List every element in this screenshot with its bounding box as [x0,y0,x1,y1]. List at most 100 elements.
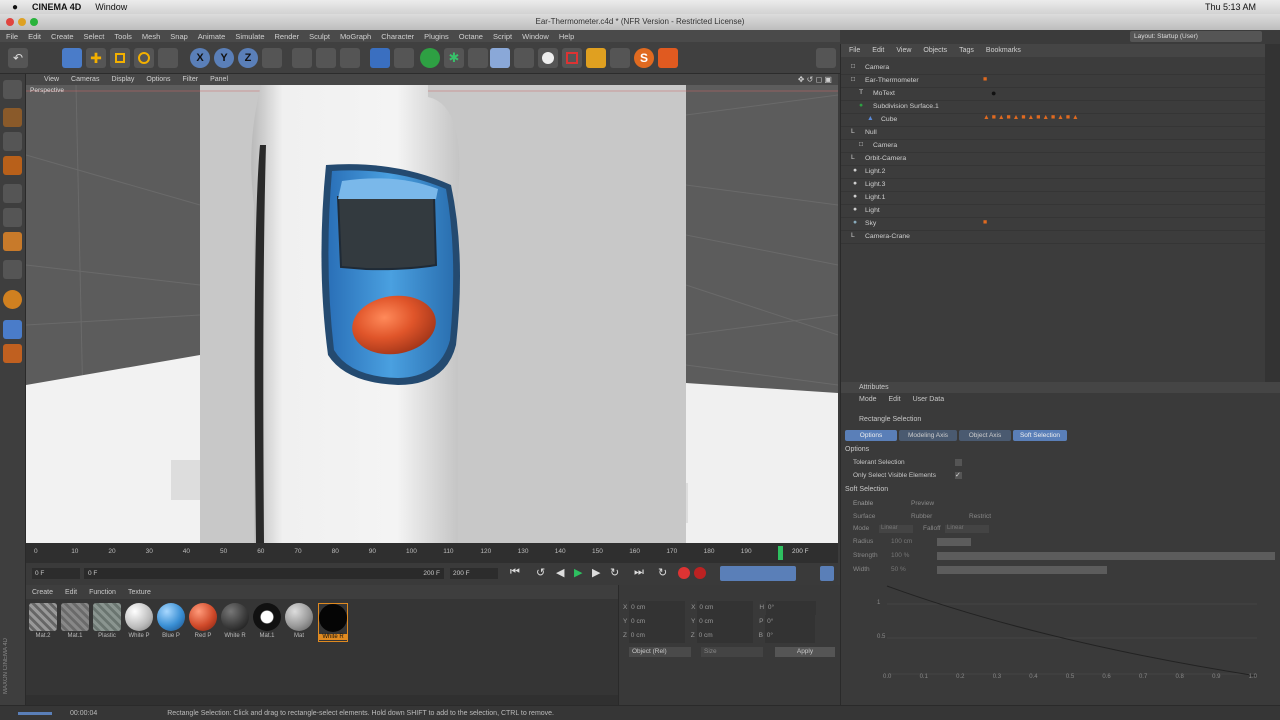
viewport-menu-options[interactable]: Options [146,76,170,83]
live-selection-icon[interactable] [62,48,82,68]
camera-icon[interactable] [514,48,534,68]
viewport-menu-view[interactable]: View [44,76,59,83]
next-key-icon[interactable]: ↻ [610,566,619,579]
material-menu-create[interactable]: Create [32,589,53,596]
soft-radius-slider[interactable] [937,538,971,546]
make-editable-icon[interactable] [3,80,22,99]
s-plugin-icon[interactable]: S [634,48,654,68]
material-scrollbar[interactable] [26,695,618,705]
render-picture-viewer-icon[interactable] [316,48,336,68]
falloff-graph[interactable] [871,582,1257,682]
menu-select[interactable]: Select [84,32,105,41]
material-swatch[interactable]: Mat [284,603,314,639]
material-swatch[interactable]: White P [124,603,154,639]
clock[interactable]: Thu 5:13 AM [1205,2,1256,12]
autokey-icon[interactable] [694,567,706,579]
menu-snap[interactable]: Snap [170,32,188,41]
previous-key-icon[interactable]: ↺ [536,566,545,579]
obj-menu-edit[interactable]: Edit [872,47,884,54]
layout-toggle-icon[interactable] [816,48,836,68]
recent-tool-icon[interactable] [158,48,178,68]
menu-character[interactable]: Character [381,32,414,41]
workplane-icon[interactable] [3,320,22,339]
obj-menu-file[interactable]: File [849,47,860,54]
solo-icon[interactable] [3,344,22,363]
material-tag-icon[interactable]: ● [991,88,996,98]
keyframe-filters[interactable] [720,566,796,581]
menu-octane[interactable]: Octane [459,32,483,41]
record-icon[interactable] [678,567,690,579]
soft-width-value[interactable]: 50 % [891,566,906,573]
soft-strength-slider[interactable] [937,552,1275,560]
edges-mode-icon[interactable] [3,208,22,227]
tag-icons[interactable]: ▲■▲■▲■▲■▲■▲■▲ [983,114,1081,121]
object-row[interactable]: ● Light.3 [841,179,1266,192]
window-menu[interactable]: Window [95,2,127,12]
object-row[interactable]: L Null [841,127,1266,140]
tag-icon[interactable]: ■ [983,76,987,83]
rotate-icon[interactable] [134,48,154,68]
size-y-field[interactable]: 0 cm [697,615,754,629]
menu-help[interactable]: Help [559,32,574,41]
material-swatch[interactable]: Blue P [156,603,186,639]
object-row[interactable]: ▲ Cube ▲■▲■▲■▲■▲■▲■▲ [841,114,1266,127]
soft-falloff-dropdown[interactable]: Linear [945,525,989,533]
texture-mode-icon[interactable] [3,132,22,151]
polygons-mode-icon[interactable] [3,232,22,251]
tab-modeling-axis[interactable]: Modeling Axis [899,430,957,441]
attr-menu-mode[interactable]: Mode [859,396,877,403]
position-x-field[interactable]: 0 cm [629,601,686,615]
floor-icon[interactable] [490,48,510,68]
menu-window[interactable]: Window [522,32,549,41]
end-frame-field[interactable]: 200 F [450,568,498,579]
octane-render-icon[interactable] [562,48,582,68]
y-axis-lock-icon[interactable]: Y [214,48,234,68]
play-icon[interactable]: ▶ [574,566,582,579]
material-menu-edit[interactable]: Edit [65,589,77,596]
current-frame-field[interactable]: 0 F [32,568,80,579]
timeline-ruler[interactable]: 0 10 20 30 40 50 60 70 80 90 100 110 120 130 140 150 160… [26,543,838,563]
viewport-menu-panel[interactable]: Panel [210,76,228,83]
material-menu-function[interactable]: Function [89,589,116,596]
material-swatch[interactable]: Plastic [92,603,122,639]
app-menu[interactable]: CINEMA 4D [32,2,81,12]
material-swatch[interactable]: Red P [188,603,218,639]
rotation-p-field[interactable]: 0° [765,615,816,629]
go-to-end-icon[interactable]: ⏭ [634,566,644,579]
object-row[interactable]: □ Camera [841,140,1266,153]
cube-object-icon[interactable] [370,48,390,68]
next-frame-icon[interactable]: ▶ [592,566,600,579]
render-view-icon[interactable] [292,48,312,68]
position-z-field[interactable]: 0 cm [628,629,685,643]
object-row[interactable]: □ Camera [841,62,1266,75]
octane-live-viewer-icon[interactable] [586,48,606,68]
object-row[interactable]: T MoText ● [841,88,1266,101]
tab-soft-selection[interactable]: Soft Selection [1013,430,1067,441]
only-visible-checkbox[interactable]: ✓ [955,472,962,479]
menu-animate[interactable]: Animate [198,32,226,41]
material-swatch[interactable]: Mat.1 [60,603,90,639]
model-mode-icon[interactable] [3,108,22,127]
material-swatch[interactable]: White R [220,603,250,639]
size-z-field[interactable]: 0 cm [696,629,753,643]
object-row[interactable]: L Orbit-Camera [841,153,1266,166]
tab-object-axis[interactable]: Object Axis [959,430,1011,441]
material-swatch[interactable]: Mat.1 [252,603,282,639]
viewport-menu-cameras[interactable]: Cameras [71,76,99,83]
viewport-menu-display[interactable]: Display [111,76,134,83]
close-window-button[interactable] [6,18,14,26]
snap-icon[interactable] [3,290,22,309]
coordinate-mode-dropdown[interactable]: Object (Rel) [629,647,691,657]
previous-frame-icon[interactable]: ◀ [556,566,564,579]
menu-mesh[interactable]: Mesh [142,32,160,41]
coordinate-system-icon[interactable] [262,48,282,68]
x-axis-lock-icon[interactable]: X [190,48,210,68]
soft-mode-dropdown[interactable]: Linear [879,525,913,533]
viewport-menu-filter[interactable]: Filter [183,76,199,83]
object-row[interactable]: ● Subdivision Surface.1 [841,101,1266,114]
move-icon[interactable]: ✚ [86,48,106,68]
light-icon[interactable] [538,48,558,68]
subdivision-surface-icon[interactable] [420,48,440,68]
position-y-field[interactable]: 0 cm [629,615,686,629]
object-row[interactable]: □ Ear-Thermometer ■ [841,75,1266,88]
